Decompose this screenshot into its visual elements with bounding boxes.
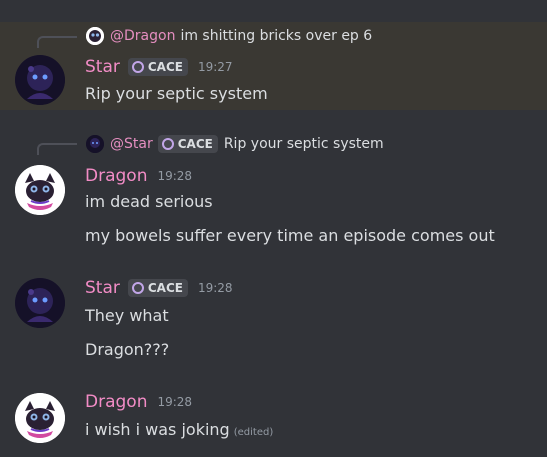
guild-tag[interactable]: CACE [127,58,188,76]
guild-tag-label: CACE [147,281,183,295]
reply-preview[interactable]: @Dragon im shitting bricks over ep 6 [86,27,372,45]
username-star[interactable]: Star [85,57,120,77]
username-dragon[interactable]: Dragon [85,166,147,186]
guild-tag[interactable]: CACE [127,279,188,297]
reply-guild-tag[interactable]: CACE [157,135,218,153]
avatar-star[interactable] [15,55,65,105]
reply-mention[interactable]: @Star [110,136,153,152]
reply-preview[interactable]: @Star CACE Rip your septic system [86,135,384,153]
message-text: i wish i was joking (edited) [85,420,273,439]
reply-text: Rip your septic system [223,136,384,152]
avatar-dragon[interactable] [15,165,65,215]
message-header: Star CACE 19:27 [85,57,233,77]
message-text: im dead serious [85,192,213,211]
message-group-star-1: @Dragon im shitting bricks over ep 6 Sta… [0,22,547,110]
timestamp[interactable]: 19:28 [157,395,192,409]
reply-connector [37,143,77,155]
message-group-dragon-2: Dragon 19:28 i wish i was joking (edited) [0,386,547,454]
guild-tag-icon [161,138,174,150]
reply-text: im shitting bricks over ep 6 [180,28,373,44]
reply-avatar-dragon [86,27,104,45]
reply-connector [37,36,77,48]
timestamp[interactable]: 19:28 [157,169,192,183]
username-dragon[interactable]: Dragon [85,392,147,412]
message-text: Rip your septic system [85,84,268,103]
reply-avatar-star [86,135,104,153]
edited-indicator: (edited) [233,427,274,438]
message-header: Dragon 19:28 [85,392,192,412]
message-text: They what [85,306,169,325]
avatar-star[interactable] [15,278,65,328]
message-group-star-2: Star CACE 19:28 They what Dragon??? [0,272,547,362]
message-text-content: i wish i was joking [85,420,230,439]
message-text: my bowels suffer every time an episode c… [85,226,495,245]
message-text: Dragon??? [85,340,170,359]
avatar-dragon[interactable] [15,393,65,443]
reply-mention[interactable]: @Dragon [110,28,175,44]
timestamp[interactable]: 19:27 [198,60,233,74]
timestamp[interactable]: 19:28 [198,281,233,295]
message-header: Dragon 19:28 [85,166,192,186]
message-header: Star CACE 19:28 [85,278,233,298]
guild-tag-icon [131,282,144,294]
guild-tag-label: CACE [177,137,213,151]
username-star[interactable]: Star [85,278,120,298]
message-group-dragon-1: @Star CACE Rip your septic system Dragon… [0,132,547,252]
guild-tag-label: CACE [147,60,183,74]
guild-tag-icon [131,61,144,73]
